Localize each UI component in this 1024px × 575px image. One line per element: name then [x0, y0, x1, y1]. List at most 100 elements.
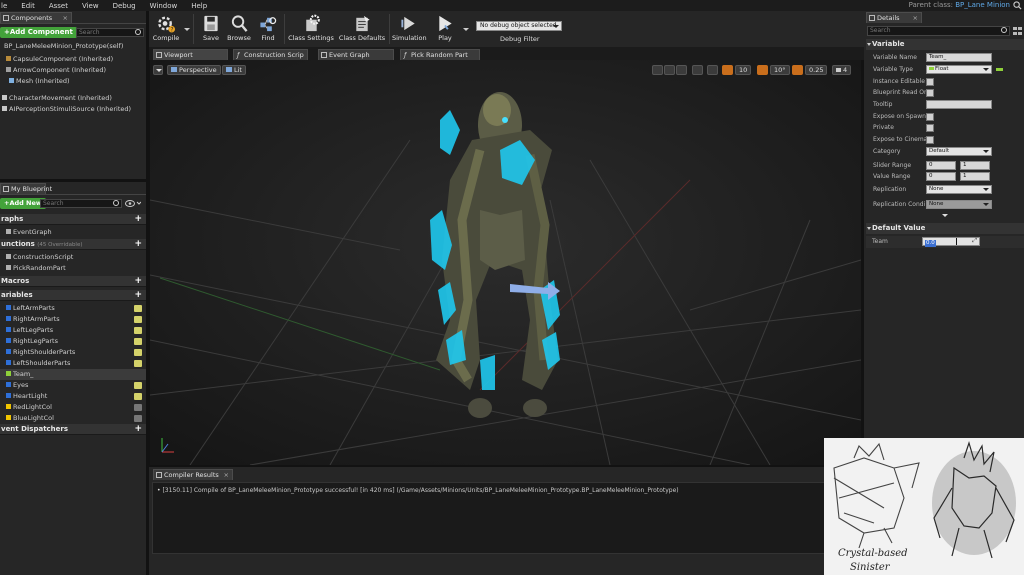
grid-view-icon[interactable] [1013, 27, 1022, 35]
variable-item[interactable]: BlueLightCol [0, 413, 146, 424]
variable-item[interactable]: RedLightCol [0, 402, 146, 413]
add-graph-icon[interactable]: + [134, 214, 142, 224]
tab-details[interactable]: Details × [866, 12, 922, 23]
reset-arrows-icon[interactable]: ⤢ [972, 237, 977, 245]
list-item[interactable]: CharacterMovement (Inherited) [0, 93, 146, 104]
browse-button[interactable]: Browse [224, 13, 254, 45]
visibility-eye-icon[interactable] [134, 360, 142, 367]
dispatchers-header[interactable]: vent Dispatchers + [0, 424, 146, 435]
blueprint-search-input[interactable]: Search [40, 199, 122, 208]
add-component-button[interactable]: +Add Component [0, 27, 77, 38]
visibility-eye-icon[interactable] [134, 371, 142, 378]
tab-event-graph[interactable]: Event Graph [318, 49, 394, 60]
property-checkbox[interactable] [926, 124, 934, 132]
debug-object-select[interactable]: No debug object selected [476, 21, 562, 31]
list-item[interactable]: CapsuleComponent (Inherited) [0, 54, 146, 65]
play-button[interactable]: Play [430, 13, 460, 45]
class-settings-button[interactable]: Class Settings [287, 13, 335, 45]
team-value-input[interactable]: 0.0 ⤢ [922, 237, 980, 247]
viewport-menu-button[interactable] [153, 65, 163, 75]
list-item[interactable]: PickRandomPart [0, 263, 146, 274]
list-item[interactable]: ConstructionScript [0, 252, 146, 263]
scale-snap-value[interactable]: 0.25 [805, 65, 828, 75]
compile-dropdown[interactable] [184, 28, 190, 31]
rotate-tool-icon[interactable] [664, 65, 675, 75]
visibility-eye-icon[interactable] [134, 316, 142, 323]
viewport[interactable] [150, 60, 861, 465]
functions-header[interactable]: unctions (45 Overridable) + [0, 239, 146, 250]
visibility-eye-icon[interactable] [134, 338, 142, 345]
array-type-toggle[interactable] [996, 68, 1003, 71]
close-icon[interactable]: × [63, 13, 68, 23]
close-icon[interactable]: × [913, 13, 918, 23]
scale-snap-toggle[interactable] [792, 65, 803, 75]
world-local-icon[interactable] [692, 65, 703, 75]
class-defaults-button[interactable]: Class Defaults [338, 13, 386, 45]
eye-icon[interactable] [125, 200, 141, 207]
range-max-input[interactable]: 1 [960, 161, 990, 170]
grid-snap-value[interactable]: 10 [735, 65, 752, 75]
list-item[interactable]: EventGraph [0, 227, 146, 238]
variable-item[interactable]: LeftShoulderParts [0, 358, 146, 369]
tab-compiler-results[interactable]: Compiler Results × [153, 469, 233, 480]
tab-viewport[interactable]: Viewport [153, 49, 228, 60]
menu-file[interactable]: le [0, 2, 14, 10]
range-min-input[interactable]: 0 [926, 161, 956, 170]
rotation-snap-toggle[interactable] [757, 65, 768, 75]
property-select[interactable]: Default [926, 147, 992, 156]
variable-type-select[interactable]: Float [926, 65, 992, 74]
tab-my-blueprint[interactable]: My Blueprint [0, 183, 52, 194]
scale-tool-icon[interactable] [676, 65, 687, 75]
property-checkbox[interactable] [926, 113, 934, 121]
variable-item[interactable]: RightArmParts [0, 314, 146, 325]
add-dispatcher-icon[interactable]: + [134, 424, 142, 434]
variable-item[interactable]: RightShoulderParts [0, 347, 146, 358]
list-item[interactable]: ArrowComponent (Inherited) [0, 65, 146, 76]
property-text-input[interactable]: Team_ [926, 53, 992, 62]
variable-item[interactable]: RightLegParts [0, 336, 146, 347]
list-item[interactable]: AIPerceptionStimuliSource (Inherited) [0, 104, 146, 115]
search-icon[interactable] [1013, 1, 1022, 10]
variable-item[interactable]: Team_ [0, 369, 146, 380]
parent-class-link[interactable]: BP_Lane Minion [955, 1, 1010, 9]
tab-pick-random-part[interactable]: ƒ Pick Random Part [400, 49, 480, 60]
visibility-eye-icon[interactable] [134, 393, 142, 400]
menu-window[interactable]: Window [143, 2, 185, 10]
macros-header[interactable]: Macros + [0, 276, 146, 287]
menu-view[interactable]: View [75, 2, 106, 10]
add-variable-icon[interactable]: + [134, 290, 142, 300]
play-dropdown[interactable] [463, 28, 469, 31]
surface-snap-icon[interactable] [707, 65, 718, 75]
property-select[interactable]: None [926, 200, 992, 209]
visibility-eye-icon[interactable] [134, 415, 142, 422]
property-text-input[interactable] [926, 100, 992, 109]
menu-edit[interactable]: Edit [14, 2, 42, 10]
add-function-icon[interactable]: + [134, 239, 142, 249]
property-checkbox[interactable] [926, 78, 934, 86]
graphs-header[interactable]: raphs + [0, 214, 146, 225]
default-value-section-header[interactable]: Default Value [866, 223, 1024, 234]
property-checkbox[interactable] [926, 89, 934, 97]
translate-tool-icon[interactable] [652, 65, 663, 75]
rotation-snap-value[interactable]: 10° [770, 65, 790, 75]
variable-item[interactable]: Eyes [0, 380, 146, 391]
add-macro-icon[interactable]: + [134, 276, 142, 286]
variable-section-header[interactable]: Variable [866, 39, 1024, 50]
camera-speed-button[interactable]: 4 [832, 65, 852, 75]
menu-help[interactable]: Help [184, 2, 214, 10]
visibility-eye-icon[interactable] [134, 305, 142, 312]
visibility-eye-icon[interactable] [134, 382, 142, 389]
property-checkbox[interactable] [926, 136, 934, 144]
variables-header[interactable]: ariables + [0, 290, 146, 301]
menu-asset[interactable]: Asset [42, 2, 75, 10]
range-max-input[interactable]: 1 [960, 172, 990, 181]
visibility-eye-icon[interactable] [134, 349, 142, 356]
variable-item[interactable]: LeftLegParts [0, 325, 146, 336]
components-search-input[interactable]: Search [76, 28, 144, 37]
range-min-input[interactable]: 0 [926, 172, 956, 181]
find-button[interactable]: Find [253, 13, 283, 45]
list-item[interactable]: Mesh (Inherited) [0, 76, 146, 87]
tab-components[interactable]: Components × [0, 12, 72, 23]
variable-item[interactable]: HeartLight [0, 391, 146, 402]
perspective-button[interactable]: Perspective [167, 65, 221, 75]
